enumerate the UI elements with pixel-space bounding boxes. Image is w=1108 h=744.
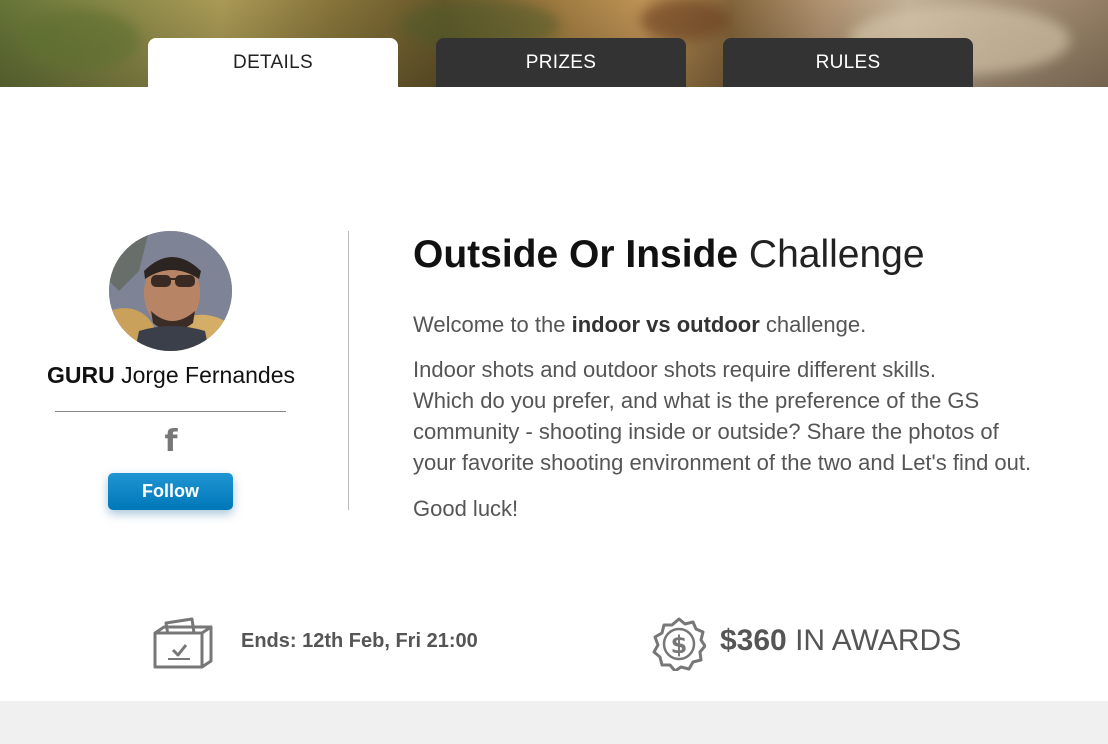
body-line: Indoor shots and outdoor shots require d… — [413, 357, 937, 382]
challenge-intro: Welcome to the indoor vs outdoor challen… — [413, 309, 1093, 340]
avatar-photo — [109, 231, 232, 351]
challenge-title-suffix: Challenge — [748, 233, 925, 276]
challenge-title-main: Outside Or Inside — [413, 233, 739, 276]
user-rank: GURU — [46, 362, 115, 388]
challenge-end-date: Ends: 12th Feb, Fri 21:00 — [241, 630, 478, 652]
vertical-divider — [348, 231, 349, 510]
body-line: your favorite shooting environment of th… — [413, 450, 1032, 475]
challenge-closing: Good luck! — [413, 496, 519, 521]
dollar-badge-icon: $ — [652, 617, 706, 671]
intro-prefix: Welcome to the — [413, 312, 566, 337]
intro-highlight: indoor vs outdoor — [571, 312, 760, 337]
svg-text:$: $ — [671, 631, 688, 659]
tab-label: PRIZES — [525, 51, 597, 73]
user-name: Jorge Fernandes — [121, 362, 295, 388]
profile-divider — [55, 411, 286, 412]
awards-total: $360 IN AWARDS — [720, 624, 961, 658]
footer-band — [0, 701, 1108, 744]
awards-amount: $360 — [720, 624, 787, 657]
ballot-box-icon — [153, 617, 213, 669]
tab-label: RULES — [815, 51, 881, 73]
challenge-body: Indoor shots and outdoor shots require d… — [413, 354, 1093, 478]
follow-button[interactable]: Follow — [108, 473, 233, 510]
tab-label: DETAILS — [233, 51, 313, 73]
body-line: Which do you prefer, and what is the pre… — [413, 388, 980, 413]
challenge-title: Outside Or Inside Challenge — [413, 233, 925, 277]
body-line: community - shooting inside or outside? … — [413, 419, 999, 444]
intro-suffix: challenge. — [765, 312, 867, 337]
awards-label: IN AWARDS — [795, 624, 962, 657]
hero-photo-blob — [640, 0, 730, 40]
hero-banner: DETAILS PRIZES RULES — [0, 0, 1108, 87]
tab-rules[interactable]: RULES — [723, 38, 973, 87]
username[interactable]: GURU Jorge Fernandes — [40, 362, 302, 389]
hero-photo-blob — [20, 10, 140, 70]
tab-prizes[interactable]: PRIZES — [436, 38, 686, 87]
tab-details[interactable]: DETAILS — [148, 38, 398, 87]
avatar[interactable] — [109, 231, 232, 351]
facebook-icon[interactable]: f — [156, 424, 186, 459]
